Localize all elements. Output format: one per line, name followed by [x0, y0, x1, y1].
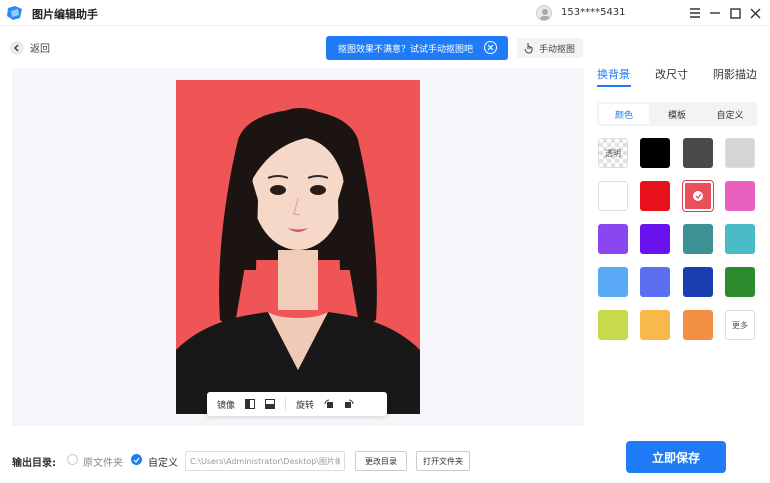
swatch-transparent-label: 透明 — [605, 148, 621, 158]
color-swatch[interactable] — [725, 224, 755, 254]
image-toolbar: 镜像 旋转 — [207, 392, 387, 416]
check-icon — [133, 457, 140, 463]
tab-resize[interactable]: 改尺寸 — [655, 66, 688, 82]
active-tab-indicator — [597, 85, 631, 87]
color-swatch[interactable] — [725, 181, 755, 211]
swatch-transparent[interactable]: 透明 — [598, 138, 628, 168]
toolbar-divider — [285, 398, 287, 410]
tab-change-background[interactable]: 换背景 — [597, 66, 630, 82]
color-swatch[interactable] — [640, 310, 670, 340]
color-swatch-selected[interactable] — [682, 180, 714, 212]
portrait-illustration — [176, 80, 420, 414]
maximize-icon[interactable] — [726, 4, 744, 22]
tip-close-icon[interactable] — [484, 41, 497, 54]
segment-custom[interactable]: 自定义 — [705, 104, 755, 124]
save-now-button[interactable]: 立即保存 — [626, 441, 726, 473]
close-icon[interactable] — [746, 4, 764, 22]
rotate-label: 旋转 — [296, 400, 315, 411]
rotate-left-icon[interactable] — [324, 399, 334, 409]
selected-check-icon — [693, 191, 703, 201]
back-button[interactable]: 返回 — [10, 40, 50, 55]
custom-folder-label[interactable]: 自定义 — [148, 454, 178, 469]
color-swatch[interactable] — [598, 310, 628, 340]
open-folder-button[interactable]: 打开文件夹 — [416, 451, 470, 471]
color-swatch[interactable] — [725, 267, 755, 297]
original-folder-label[interactable]: 原文件夹 — [83, 454, 123, 469]
tab-shadow-stroke[interactable]: 阴影描边 — [713, 66, 757, 82]
color-swatch[interactable] — [725, 138, 755, 168]
radio-custom-folder[interactable] — [131, 454, 142, 465]
color-swatch[interactable] — [640, 267, 670, 297]
tip-text: 抠图效果不满意？试试手动抠图吧 — [338, 44, 474, 55]
color-swatch[interactable] — [683, 267, 713, 297]
chevron-left-icon — [10, 40, 24, 55]
minimize-icon[interactable] — [706, 4, 724, 22]
color-swatch[interactable] — [640, 224, 670, 254]
tip-banner: 抠图效果不满意？试试手动抠图吧 — [326, 36, 508, 60]
color-swatch[interactable] — [598, 224, 628, 254]
swatch-more-label: 更多 — [732, 320, 748, 330]
radio-original-folder[interactable] — [67, 454, 78, 465]
color-swatch[interactable] — [683, 310, 713, 340]
color-swatch[interactable] — [640, 181, 670, 211]
app-title: 图片编辑助手 — [32, 8, 98, 21]
segment-color[interactable]: 颜色 — [599, 104, 649, 124]
user-avatar[interactable] — [536, 5, 552, 21]
menu-icon[interactable] — [686, 4, 704, 22]
flip-vertical-icon[interactable] — [265, 399, 276, 409]
color-swatch[interactable] — [598, 267, 628, 297]
segment-template[interactable]: 模板 — [652, 104, 702, 124]
change-dir-button[interactable]: 更改目录 — [355, 451, 407, 471]
hand-pointer-icon — [524, 43, 533, 54]
back-label: 返回 — [30, 44, 50, 55]
color-swatch[interactable] — [683, 224, 713, 254]
manual-cutout-button[interactable]: 手动抠图 — [517, 38, 583, 58]
portrait-photo — [176, 80, 420, 414]
output-dir-label: 输出目录: — [12, 458, 56, 469]
mirror-label: 镜像 — [217, 400, 236, 411]
rotate-right-icon[interactable] — [344, 399, 354, 409]
swatch-more[interactable]: 更多 — [725, 310, 755, 340]
user-phone[interactable]: 153****5431 — [561, 7, 626, 18]
app-logo-icon — [7, 6, 22, 20]
color-swatch[interactable] — [683, 138, 713, 168]
manual-cutout-label: 手动抠图 — [539, 44, 576, 55]
flip-horizontal-icon[interactable] — [245, 399, 256, 409]
color-swatch[interactable] — [598, 181, 628, 211]
color-swatch[interactable] — [640, 138, 670, 168]
title-bar — [0, 0, 770, 26]
output-path-input[interactable] — [185, 451, 345, 471]
